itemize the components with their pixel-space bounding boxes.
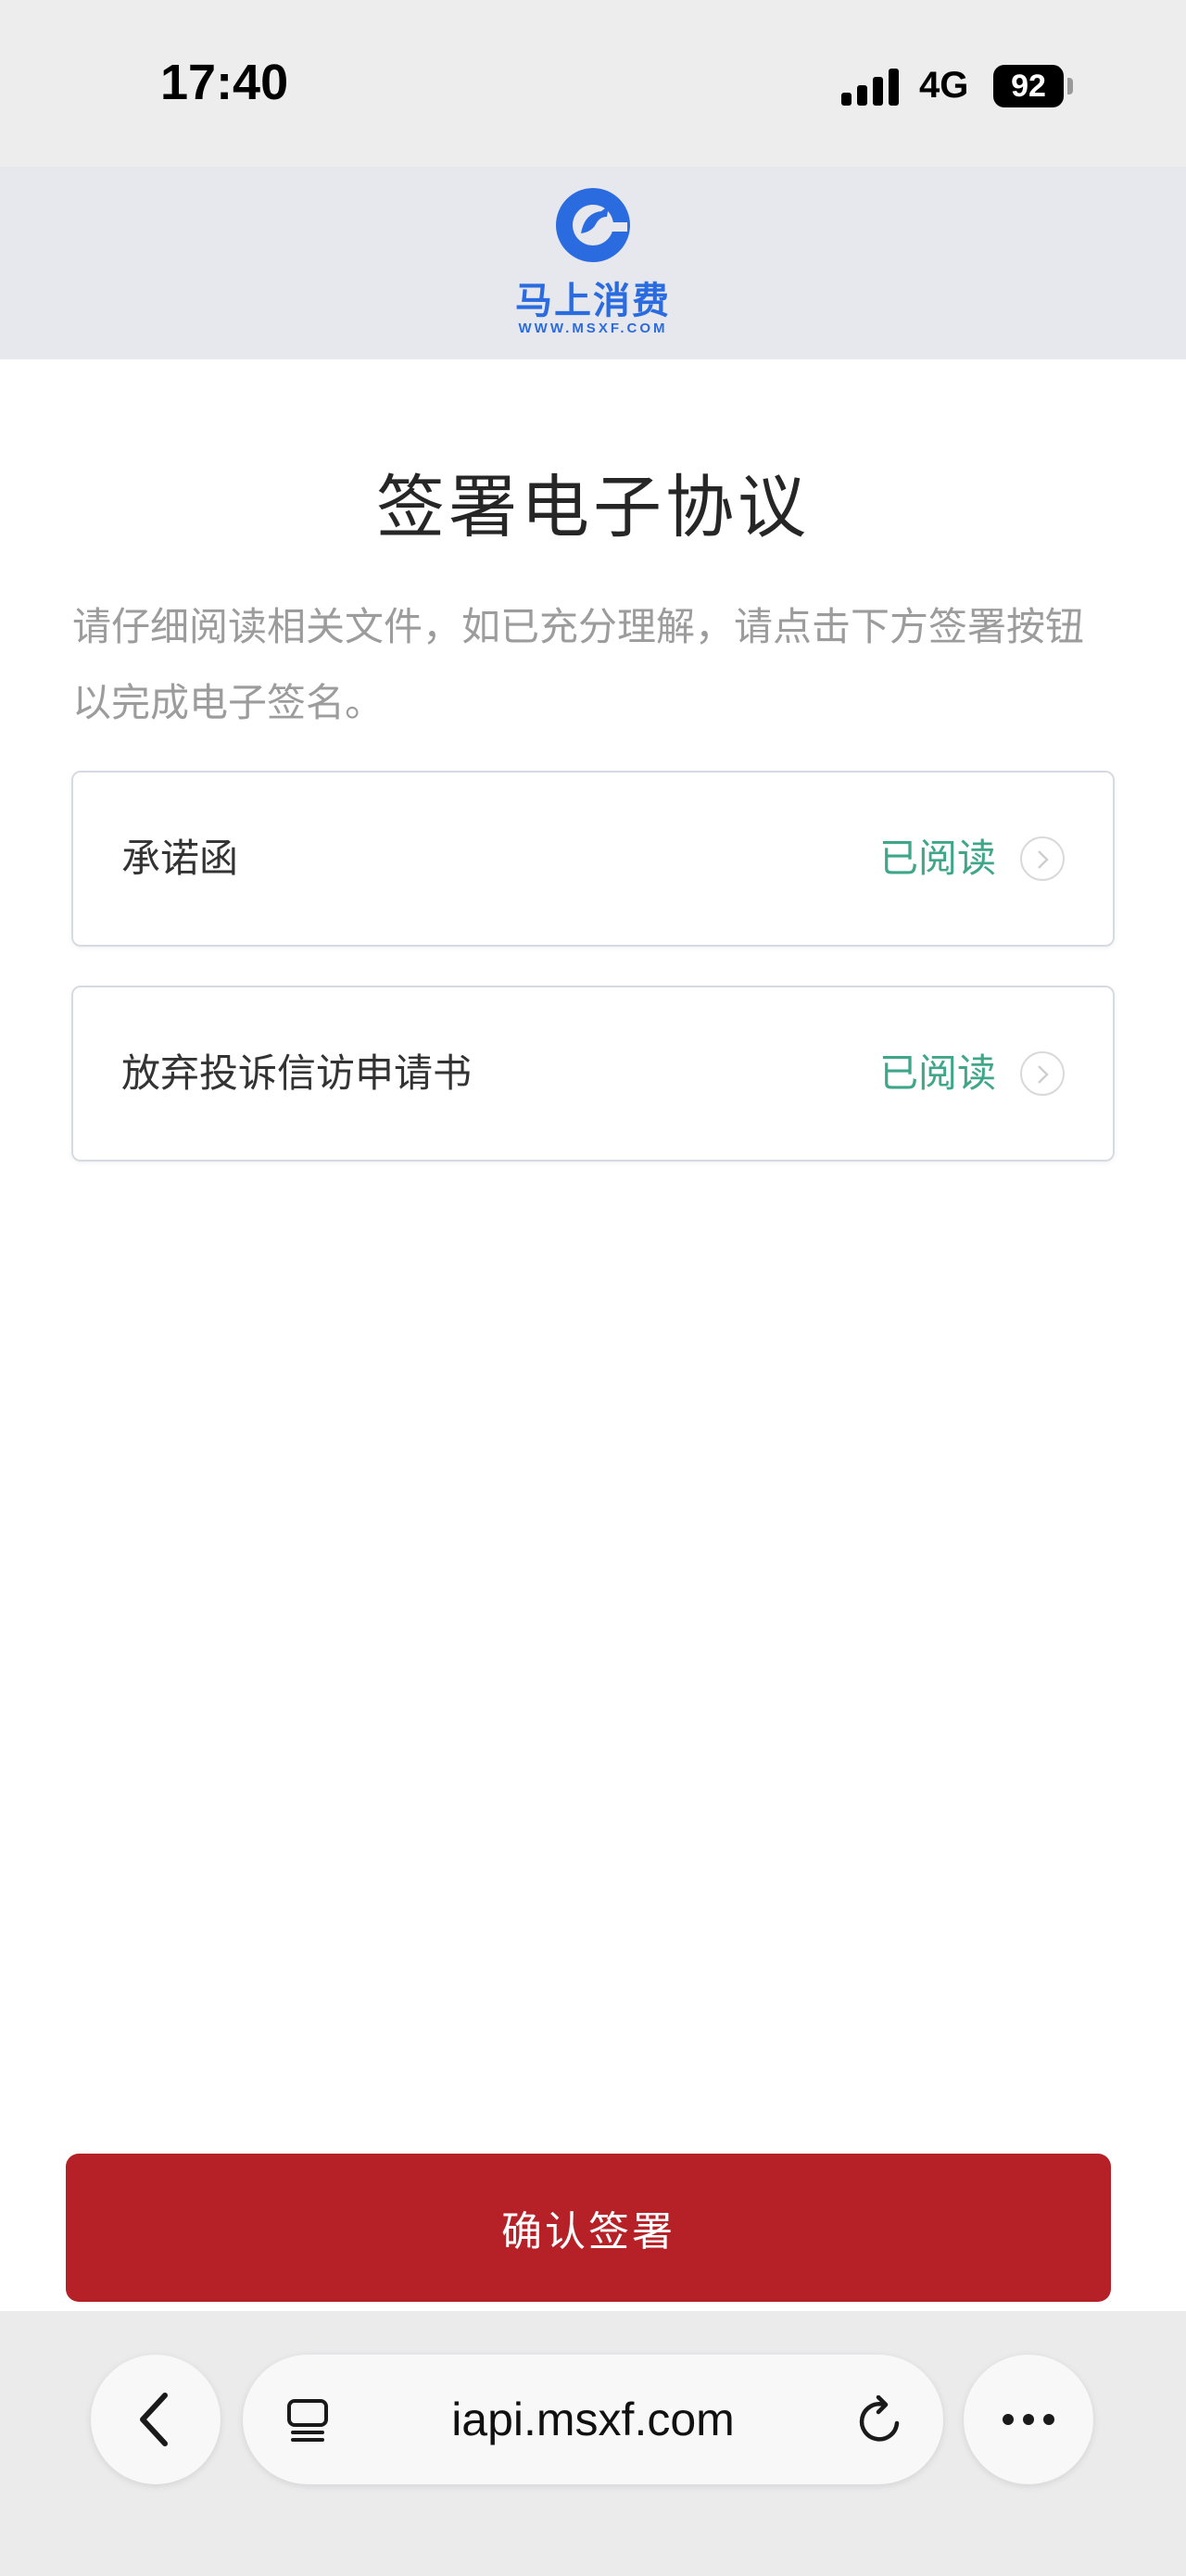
confirm-sign-button[interactable]: 确认签署 (66, 2154, 1111, 2302)
brand-url: WWW.MSXF.COM (518, 320, 668, 336)
address-bar[interactable]: iapi.msxf.com (243, 2355, 943, 2484)
page-title: 签署电子协议 (376, 468, 810, 547)
brand-name: 马上消费 (515, 280, 671, 322)
back-button[interactable] (91, 2355, 221, 2484)
network-type: 4G (919, 65, 969, 106)
reload-icon[interactable] (856, 2395, 904, 2445)
battery-icon: 92 (993, 65, 1064, 107)
document-title: 承诺函 (121, 836, 239, 881)
document-read-status: 已阅读 (878, 1050, 996, 1096)
document-read-status: 已阅读 (878, 836, 996, 881)
status-bar: 17:40 4G 92 (0, 0, 1186, 167)
chevron-right-icon (1020, 1051, 1065, 1096)
battery-cap (1067, 78, 1073, 94)
more-button[interactable] (964, 2355, 1093, 2484)
url-text: iapi.msxf.com (451, 2394, 735, 2445)
more-icon (1003, 2414, 1054, 2425)
chevron-left-icon (140, 2393, 168, 2446)
signal-icon (841, 67, 901, 106)
intro-text: 请仔细阅读相关文件，如已充分理解，请点击下方签署按钮以完成电子签名。 (72, 604, 1085, 725)
document-item-commitment-letter[interactable]: 承诺函 已阅读 (71, 771, 1115, 947)
status-time: 17:40 (160, 55, 289, 110)
battery-level: 92 (1011, 68, 1046, 104)
document-item-complaint-waiver[interactable]: 放弃投诉信访申请书 已阅读 (71, 986, 1115, 1162)
document-title: 放弃投诉信访申请书 (121, 1050, 473, 1096)
brand-logo-icon (556, 188, 630, 262)
chevron-right-icon (1020, 836, 1065, 881)
